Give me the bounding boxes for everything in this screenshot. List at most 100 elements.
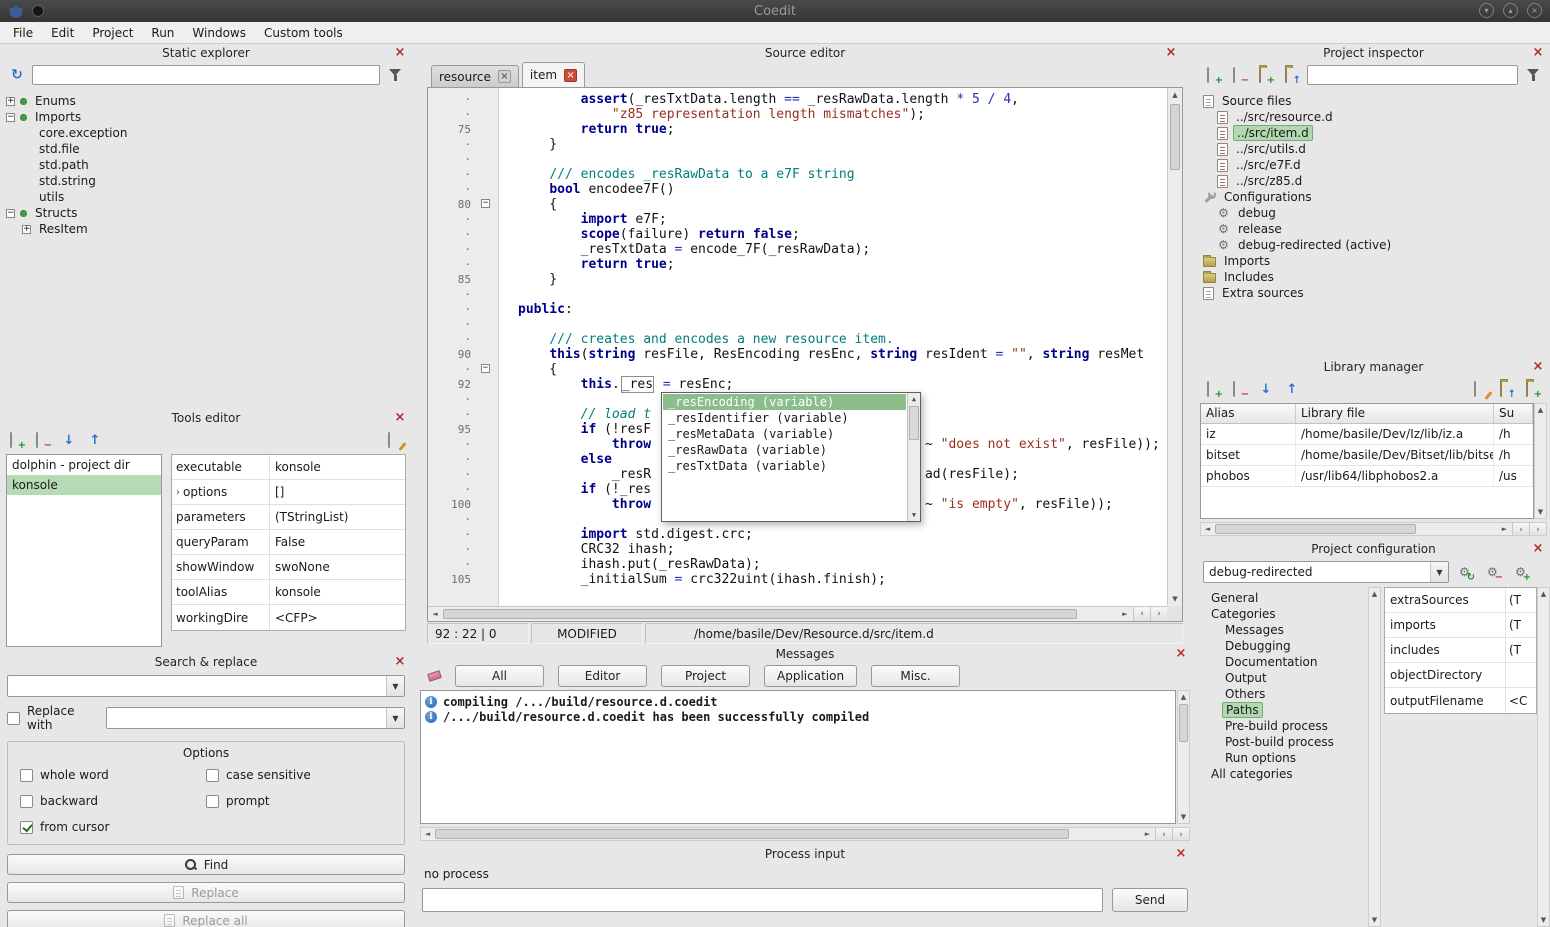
panel-close-icon[interactable] [1531,45,1545,60]
remove-config-button[interactable] [1483,561,1505,583]
panel-close-icon[interactable] [1531,541,1545,556]
panel-close-icon[interactable] [1164,45,1178,60]
tab-close-icon[interactable] [564,69,577,82]
column-header[interactable]: Alias [1201,404,1296,423]
tree-item[interactable]: −Structs [0,205,412,221]
code-line[interactable]: · [428,317,1167,332]
tree-item[interactable]: −Imports [0,109,412,125]
property-row[interactable]: parameters(TStringList) [172,505,405,530]
remove-tool-button[interactable] [32,429,54,451]
menu-windows[interactable]: Windows [185,23,255,43]
category-item[interactable]: Output [1200,670,1368,686]
property-value[interactable]: (T [1506,643,1536,657]
clear-messages-button[interactable] [423,665,445,687]
tab-item[interactable]: item [522,62,585,87]
menu-file[interactable]: File [6,23,42,43]
scroll-up-icon[interactable]: ▲ [1178,691,1189,703]
filter-misc[interactable]: Misc. [871,665,960,687]
property-value[interactable]: (TStringList) [270,510,405,524]
replace-button[interactable]: Replace [7,882,405,903]
scroll-down-icon[interactable]: ▼ [1369,914,1380,926]
menu-run[interactable]: Run [144,23,183,43]
configuration-select[interactable]: debug-redirected [1203,561,1449,583]
scroll-right-icon[interactable]: ► [1118,607,1132,621]
code-line[interactable]: ·− { [428,362,1167,377]
category-item[interactable]: Categories [1200,606,1368,622]
search-combo[interactable] [7,675,405,697]
category-item[interactable]: All categories [1200,766,1368,782]
column-header[interactable]: Su [1494,404,1533,423]
process-input-field[interactable] [422,888,1103,912]
category-item[interactable]: Pre-build process [1200,718,1368,734]
message-item[interactable]: compiling /.../build/resource.d.coedit [421,694,1175,709]
chevron-down-icon[interactable] [386,676,404,696]
scroll-up-icon[interactable]: ▲ [908,393,920,405]
property-value[interactable]: <CFP> [270,611,405,625]
tree-item[interactable]: +ResItem [0,221,412,237]
replace-combo[interactable] [106,707,405,729]
scroll-down-icon[interactable]: ▼ [1535,506,1546,518]
maximize-icon[interactable]: ▴ [1503,3,1518,18]
tree-item[interactable]: Imports [1197,253,1550,269]
tree-item[interactable]: debug [1197,205,1550,221]
checkbox[interactable] [20,821,33,834]
code-line[interactable]: · scope(failure) return false; [428,227,1167,242]
fold-collapse-icon[interactable]: − [481,199,490,208]
code-editor[interactable]: · assert(_resTxtData.length == _resRawDa… [427,87,1183,622]
tree-item[interactable]: ../src/z85.d [1197,173,1550,189]
property-value[interactable]: False [270,535,405,549]
tree-item[interactable]: ../src/resource.d [1197,109,1550,125]
library-row[interactable]: bitset/home/basile/Dev/Bitset/lib/bitse/… [1201,445,1533,466]
property-value[interactable]: konsole [270,460,405,474]
checkbox[interactable] [206,769,219,782]
scroll-down-icon[interactable]: ▼ [1178,811,1189,823]
next-icon[interactable]: › [1529,523,1546,535]
expand-icon[interactable]: + [22,225,31,234]
filter-button[interactable] [384,64,406,86]
replace-with-checkbox[interactable] [7,712,20,725]
move-up-button[interactable] [84,429,106,451]
option-from-cursor[interactable]: from cursor [20,820,206,834]
tree-item[interactable]: ../src/item.d [1197,125,1550,141]
category-vscrollbar[interactable]: ▲ ▼ [1368,587,1381,927]
completion-item[interactable]: _resEncoding (variable) [663,394,906,410]
replace-all-button[interactable]: Replace all [7,910,405,927]
checkbox[interactable] [20,769,33,782]
panel-close-icon[interactable] [1174,846,1188,861]
property-row[interactable]: workingDire<CFP> [172,605,405,630]
tree-item[interactable]: std.path [0,157,412,173]
collapse-icon[interactable]: − [6,209,15,218]
next-icon[interactable]: › [1172,828,1189,840]
refresh-button[interactable] [6,64,28,86]
filter-button[interactable] [1522,64,1544,86]
add-folder-button[interactable] [1255,64,1277,86]
code-line[interactable]: 92 this._res = resEnc; [428,377,1167,392]
config-property-row[interactable]: imports(T [1385,613,1536,638]
code-line[interactable]: · assert(_resTxtData.length == _resRawDa… [428,92,1167,107]
completion-item[interactable]: _resTxtData (variable) [663,458,906,474]
property-value[interactable]: <C [1506,694,1536,708]
open-library-folder-button[interactable] [1496,378,1518,400]
code-line[interactable]: · [428,152,1167,167]
scrollbar-thumb[interactable] [1215,524,1416,534]
add-source-button[interactable] [1203,64,1225,86]
scrollbar-thumb[interactable] [443,609,1077,619]
tree-item[interactable]: utils [0,189,412,205]
add-config-button[interactable] [1511,561,1533,583]
move-down-button[interactable] [1255,378,1277,400]
tree-item[interactable]: debug-redirected (active) [1197,237,1550,253]
tree-item[interactable]: std.file [0,141,412,157]
tree-item[interactable]: release [1197,221,1550,237]
code-line[interactable]: · bool encodee7F() [428,182,1167,197]
tree-item[interactable]: core.exception [0,125,412,141]
scrollbar-thumb[interactable] [909,406,919,440]
code-area[interactable]: · assert(_resTxtData.length == _resRawDa… [428,88,1167,606]
category-item[interactable]: General [1200,590,1368,606]
scroll-up-icon[interactable]: ▲ [1538,588,1549,600]
tree-item[interactable]: ../src/utils.d [1197,141,1550,157]
move-up-button[interactable] [1281,378,1303,400]
category-item[interactable]: Debugging [1200,638,1368,654]
panel-close-icon[interactable] [1174,646,1188,661]
code-line[interactable]: · return true; [428,257,1167,272]
category-item[interactable]: Others [1200,686,1368,702]
